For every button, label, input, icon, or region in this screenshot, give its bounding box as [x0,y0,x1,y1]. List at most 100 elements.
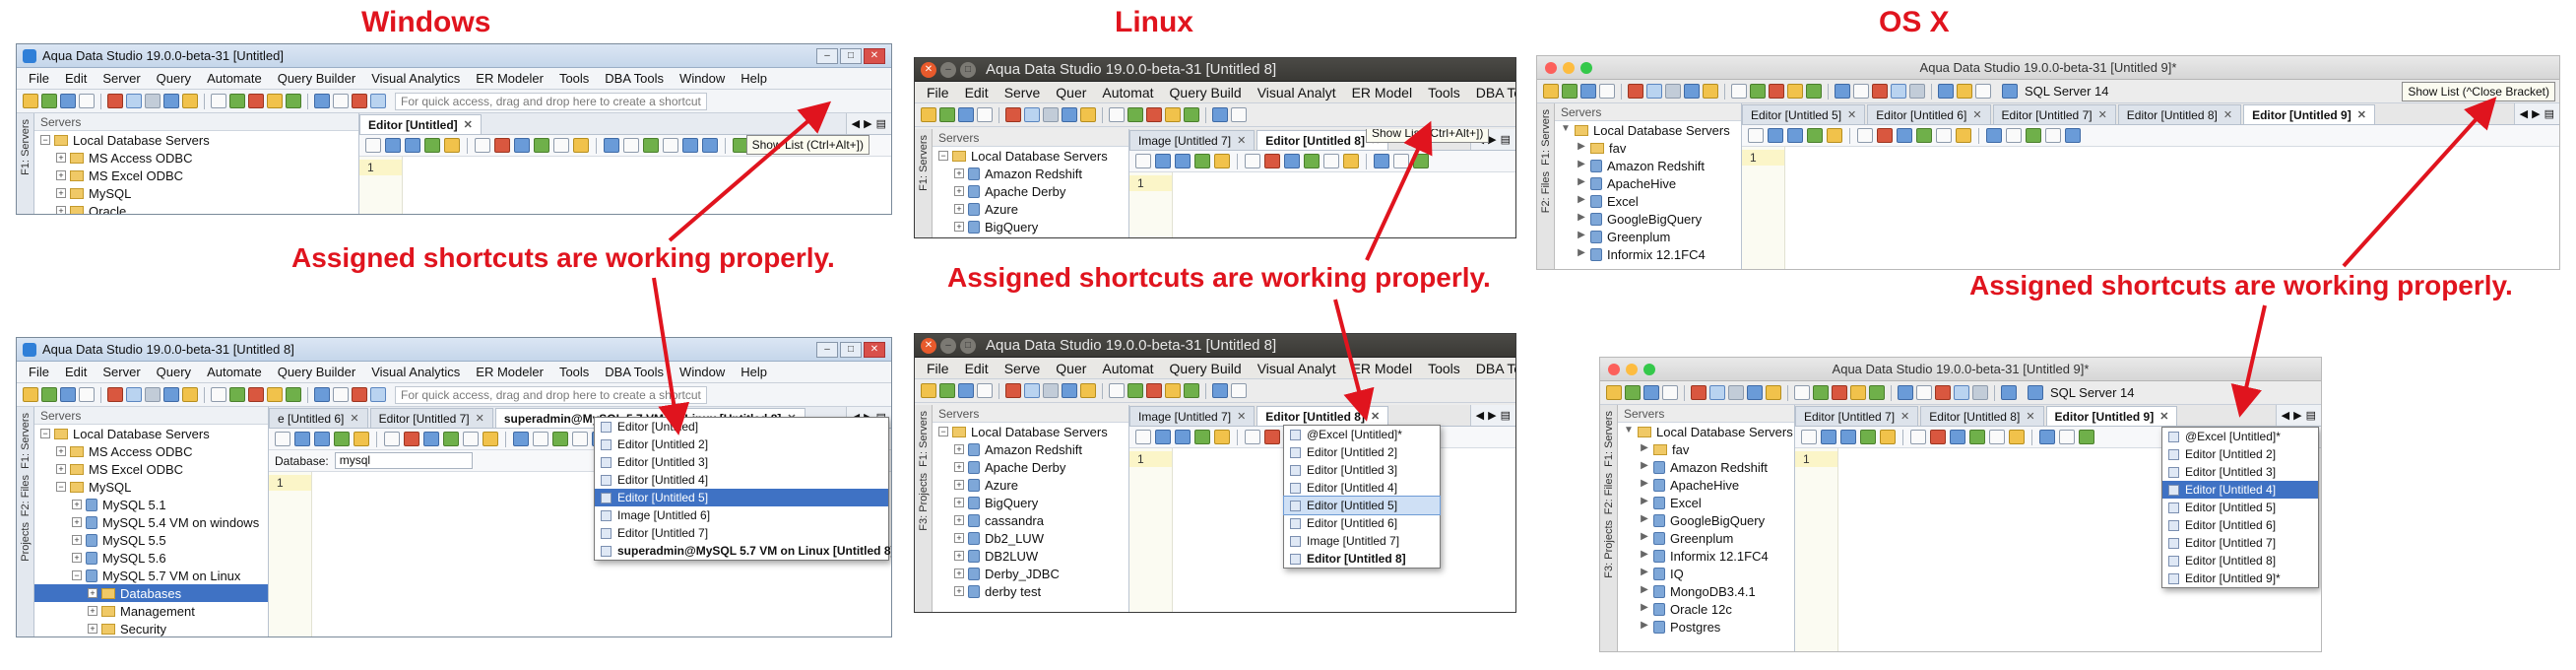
menu-item[interactable]: Automate [199,365,270,379]
toolbar-button-icon[interactable] [1731,84,1747,99]
toolbar-button-icon[interactable] [958,383,974,398]
toolbar-button-icon[interactable] [1766,385,1781,400]
toolbar-button-icon[interactable] [1127,107,1143,122]
toolbar-button-icon[interactable] [1562,84,1578,99]
toolbar-button-icon[interactable] [1231,107,1247,122]
show-list-item[interactable]: Editor [Untitled 8] [2162,552,2318,570]
toolbar-button-icon[interactable] [370,387,386,402]
expand-icon[interactable]: + [72,500,82,509]
editor-tab[interactable]: Editor [Untitled 7] ✕ [1992,104,2116,124]
editor-tool-icon[interactable] [1986,128,2002,143]
expand-icon[interactable]: ▶ [1640,532,1649,543]
menu-item[interactable]: Edit [57,365,95,379]
toolbar-button-icon[interactable] [2001,385,2017,400]
close-tab-icon[interactable]: ✕ [2223,108,2232,121]
toolbar-button-icon[interactable] [977,383,993,398]
menu-item[interactable]: Window [672,365,733,379]
menu-item[interactable]: ER Model [1344,85,1420,100]
expand-icon[interactable]: + [954,168,964,178]
editor-tool-icon[interactable] [604,138,619,153]
editor-tool-icon[interactable] [513,432,529,446]
expand-icon[interactable]: + [56,170,66,180]
editor-tool-icon[interactable] [1807,128,1823,143]
tree-node[interactable]: ▶ GoogleBigQuery [1618,511,1794,529]
toolbar-button-icon[interactable] [248,387,264,402]
collapse-icon[interactable]: ▼ [1624,426,1634,436]
minimize-icon[interactable] [1626,364,1638,375]
tree-node[interactable]: + Oracle [34,202,358,214]
editor-tool-icon[interactable] [384,432,400,446]
toolbar-button-icon[interactable] [958,107,974,122]
close-tab-icon[interactable]: ✕ [350,412,358,425]
toolbar-button-icon[interactable] [370,94,386,108]
toolbar-button-icon[interactable] [352,387,367,402]
side-tab[interactable]: F1: Servers [1540,109,1552,166]
editor-tool-icon[interactable] [1413,154,1429,168]
menu-item[interactable]: Quer [1048,361,1094,376]
expand-icon[interactable]: + [72,535,82,545]
tab-scroll-right-icon[interactable]: ▶ [2293,409,2301,422]
show-list-item[interactable]: Editor [Untitled 3] [2162,463,2318,481]
close-icon[interactable]: ✕ [921,337,936,354]
toolbar-button-icon[interactable] [939,383,955,398]
editor-tool-icon[interactable] [552,432,568,446]
menu-item[interactable]: Tools [551,71,597,86]
tree-node[interactable]: ▶ ApacheHive [1618,476,1794,494]
show-list-icon[interactable]: ▤ [2306,409,2316,422]
toolbar-button-icon[interactable] [1599,84,1615,99]
toolbar-button-icon[interactable] [1024,107,1040,122]
expand-icon[interactable]: ▶ [1640,443,1649,454]
menu-item[interactable]: Tools [1420,85,1468,100]
tree-node[interactable]: + MySQL [34,184,358,202]
toolbar-button-icon[interactable] [1625,385,1641,400]
menu-item[interactable]: Query [149,365,199,379]
menu-item[interactable]: Visual Analyt [1250,85,1344,100]
show-list-item[interactable]: superadmin@MySQL 5.7 VM on Linux [Untitl… [595,542,891,560]
maximize-icon[interactable] [1643,364,1655,375]
menu-item[interactable]: ER Model [1344,361,1420,376]
expand-icon[interactable]: ▶ [1640,461,1649,472]
editor-tool-icon[interactable] [1910,430,1926,444]
expand-icon[interactable]: + [954,444,964,454]
editor-tool-icon[interactable] [423,432,439,446]
editor-tool-icon[interactable] [1155,154,1171,168]
minimize-icon[interactable]: – [816,341,838,358]
expand-icon[interactable]: ▶ [1640,568,1649,578]
editor-tool-icon[interactable] [2045,128,2061,143]
collapse-icon[interactable]: ▼ [1561,124,1571,135]
minimize-icon[interactable]: – [940,61,956,78]
show-list-icon[interactable]: ▤ [1501,133,1511,146]
toolbar-button-icon[interactable] [1543,84,1559,99]
collapse-icon[interactable]: − [40,429,50,438]
tree-node[interactable]: + Apache Derby [933,458,1128,476]
toolbar-button-icon[interactable] [1750,84,1766,99]
editor-tab[interactable]: Image [Untitled 7] ✕ [1129,406,1256,426]
expand-icon[interactable]: ▶ [1640,497,1649,507]
editor-tool-icon[interactable] [494,138,510,153]
editor-tab[interactable]: Editor [Untitled 9] ✕ [2243,104,2375,124]
servers-side-tab[interactable]: F1: Servers [17,113,34,214]
tree-node[interactable]: ▶ Amazon Redshift [1618,458,1794,476]
toolbar-button-icon[interactable] [977,107,993,122]
menu-item[interactable]: File [919,361,957,376]
tab-scroll-right-icon[interactable]: ▶ [2532,107,2540,120]
editor-tab[interactable]: Editor [Untitled 6] ✕ [1867,104,1991,124]
menu-item[interactable]: Edit [57,71,95,86]
expand-icon[interactable]: + [88,588,97,598]
editor-tool-icon[interactable] [1323,154,1339,168]
editor-tool-icon[interactable] [1214,430,1230,444]
menu-item[interactable]: Edit [957,361,997,376]
editor-tool-icon[interactable] [1880,430,1896,444]
editor-tool-icon[interactable] [1374,154,1389,168]
toolbar-button-icon[interactable] [107,94,123,108]
tree-node[interactable]: ▶ Informix 12.1FC4 [1618,547,1794,565]
editor-tool-icon[interactable] [1787,128,1803,143]
tab-scroll-right-icon[interactable]: ▶ [1488,133,1496,146]
expand-icon[interactable]: + [954,462,964,472]
menu-item[interactable]: Help [733,365,775,379]
tree-node[interactable]: − MySQL 5.7 VM on Linux [34,567,268,584]
editor-tab[interactable]: e [Untitled 6] ✕ [269,408,368,428]
close-tab-icon[interactable]: ✕ [464,118,473,131]
toolbar-button-icon[interactable] [1747,385,1763,400]
editor-tool-icon[interactable] [1343,154,1359,168]
